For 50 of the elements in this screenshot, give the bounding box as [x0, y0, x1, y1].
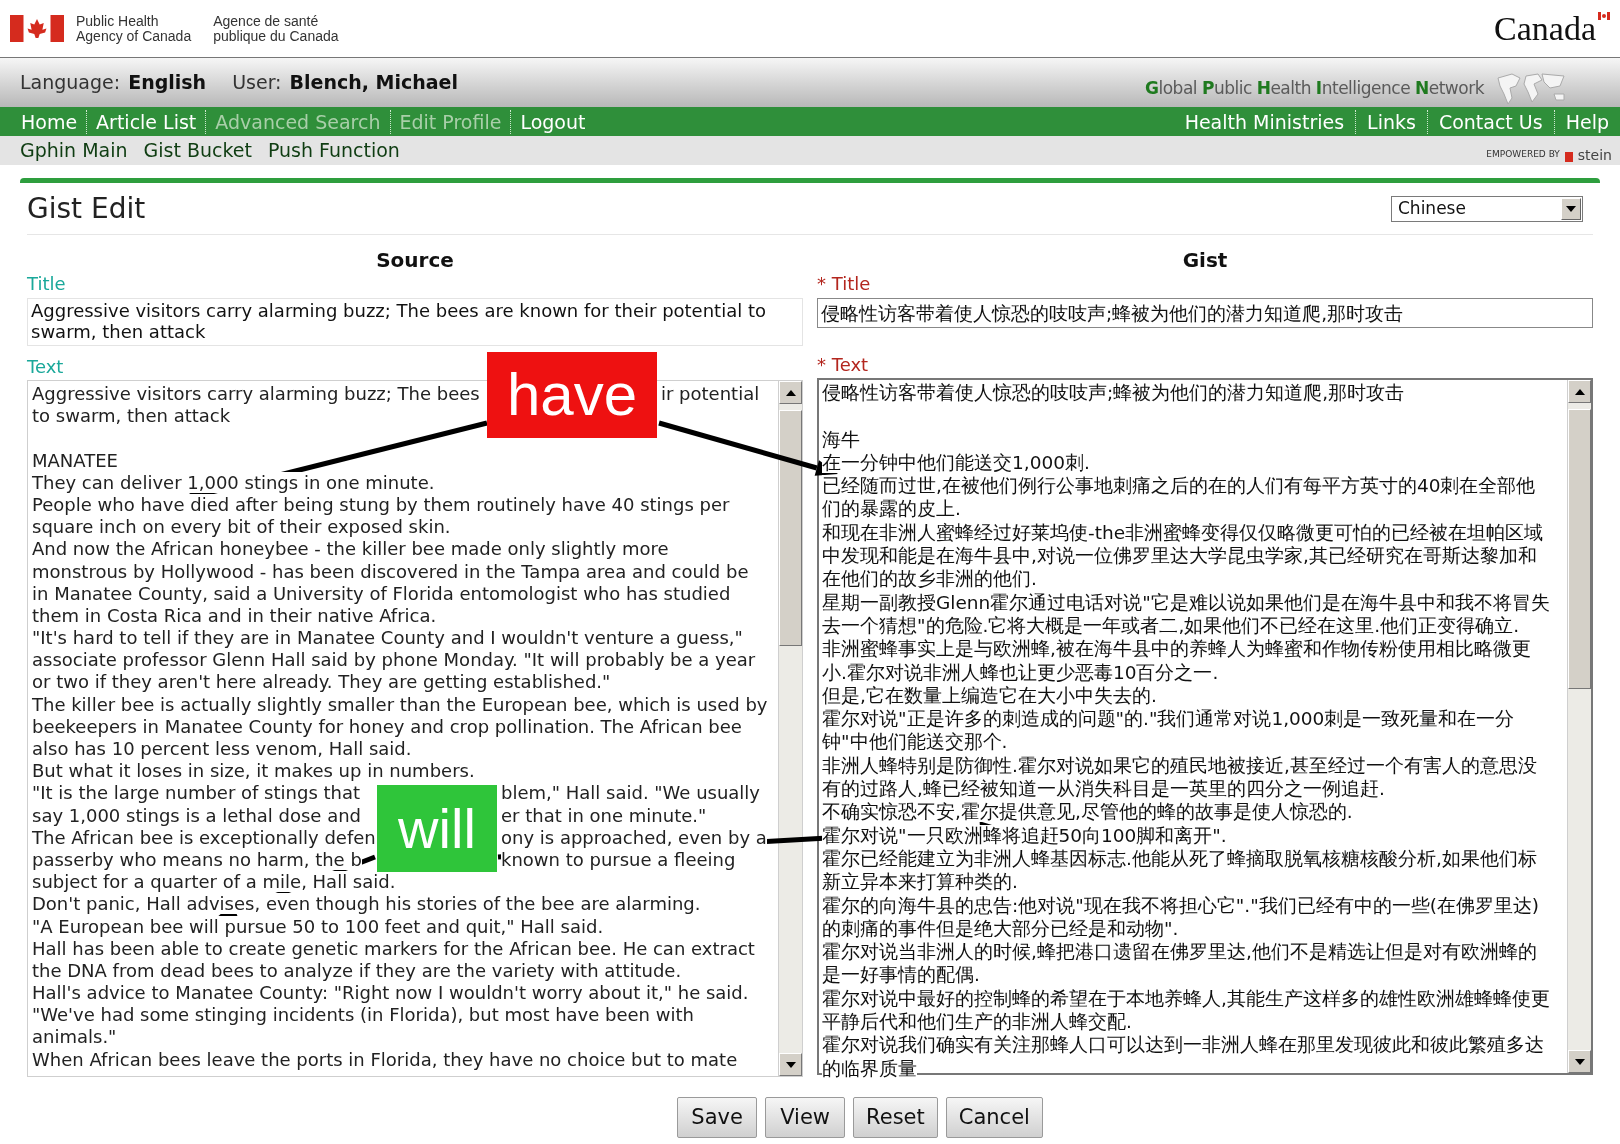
dropdown-arrow-icon — [1566, 205, 1576, 212]
page-title: Gist Edit — [27, 190, 146, 227]
scroll-down-button[interactable] — [779, 1053, 802, 1076]
language-value: English — [128, 70, 207, 96]
user-name: Blench, Michael — [289, 70, 458, 96]
form-button[interactable]: Cancel — [945, 1097, 1043, 1138]
gist-title-field[interactable]: 侵略性访客带着使人惊恐的吱吱声;蜂被为他们的潜力知道爬,那时攻击 — [817, 298, 1593, 328]
nav-link[interactable]: Home — [12, 109, 87, 134]
field-label: * Title — [817, 273, 871, 295]
up-triangle-icon — [785, 389, 796, 396]
brand-name: stein — [1577, 147, 1612, 162]
brand-logo-icon — [1563, 149, 1574, 162]
field-label: * Text — [817, 354, 869, 376]
nav-link[interactable]: Article List — [86, 109, 206, 134]
column-heading: Gist — [1181, 247, 1229, 273]
subnav-link[interactable]: Push Function — [267, 136, 400, 165]
callout-label: will — [377, 785, 497, 872]
down-triangle-icon — [1574, 1058, 1585, 1065]
agency-name-fr: Agence de santé publique du Canada — [213, 13, 339, 44]
nav-link[interactable]: Contact Us — [1426, 109, 1554, 134]
down-triangle-icon — [785, 1061, 796, 1068]
column-heading: Source — [375, 247, 455, 273]
nav-link[interactable]: Health Ministries — [1173, 109, 1356, 134]
nav-link[interactable]: Links — [1355, 109, 1427, 134]
canada-wordmark: Canada — [1494, 9, 1596, 48]
scrollbar-thumb[interactable] — [1568, 409, 1591, 689]
scroll-up-button[interactable] — [1568, 380, 1591, 403]
nav-link[interactable]: Logout — [510, 109, 595, 134]
subnav-link[interactable]: Gphin Main — [20, 136, 128, 165]
callout-label: have — [487, 352, 657, 438]
user-label: User: — [232, 70, 282, 96]
form-button[interactable]: Reset — [853, 1097, 938, 1138]
scroll-up-button[interactable] — [779, 381, 802, 404]
language-label: Language: — [20, 70, 121, 96]
empowered-by-label: EMPOWERED BY — [1486, 148, 1560, 161]
field-label: Text — [27, 356, 64, 378]
form-button[interactable]: View — [765, 1097, 846, 1138]
agency-name-en: Public Health Agency of Canada — [76, 13, 192, 44]
subnav-link[interactable]: Gist Bucket — [143, 136, 252, 165]
scroll-down-button[interactable] — [1568, 1050, 1591, 1073]
scrollbar-thumb[interactable] — [779, 410, 802, 646]
form-button[interactable]: Save — [677, 1097, 758, 1138]
network-logo-text: Global Public Health Intelligence Network — [1145, 76, 1484, 100]
canada-flag-icon — [10, 15, 64, 42]
language-select[interactable]: Chinese — [1391, 195, 1583, 222]
nav-link[interactable]: Help — [1553, 109, 1620, 134]
small-flag-icon — [1598, 11, 1610, 20]
source-title-text: Aggressive visitors carry alarming buzz; The bees are known for their potential to swarm, then attack — [27, 298, 803, 346]
up-triangle-icon — [1574, 388, 1585, 395]
field-label: Title — [27, 273, 66, 295]
